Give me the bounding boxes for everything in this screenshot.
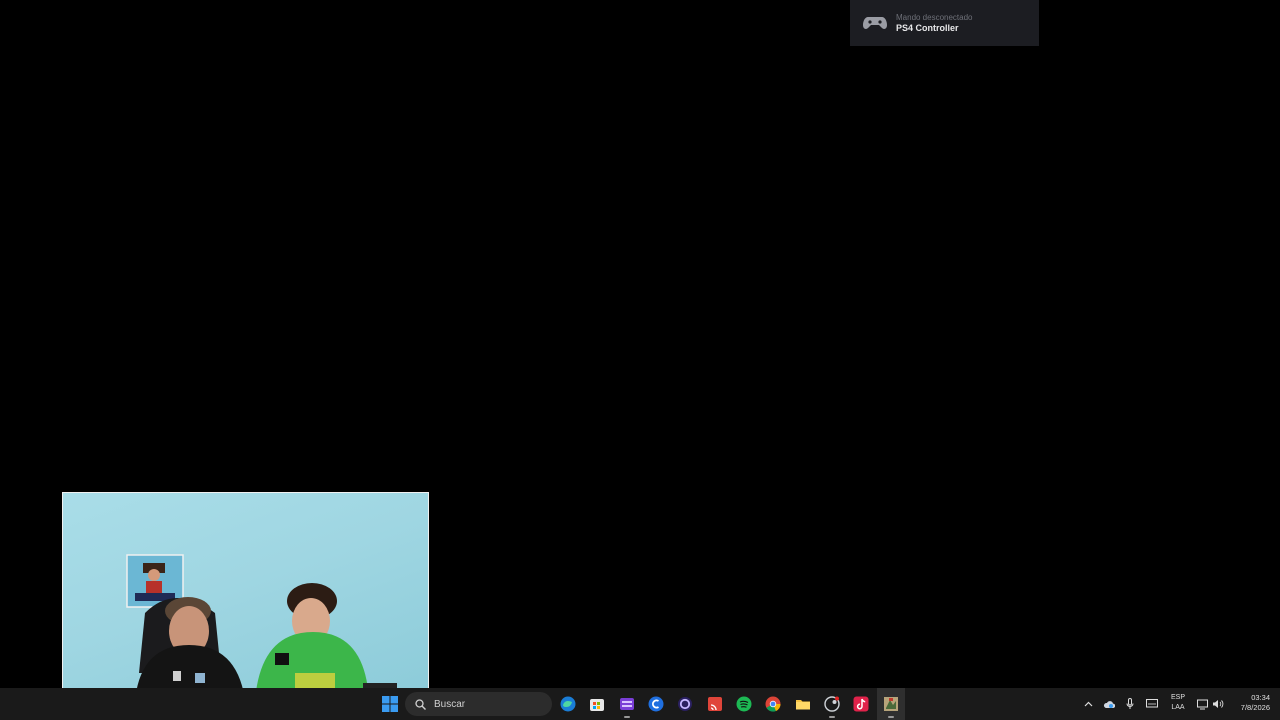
microphone-icon	[1126, 698, 1134, 709]
search-box[interactable]: Buscar	[405, 692, 552, 716]
game-icon	[884, 697, 898, 711]
tray-onedrive[interactable]	[1100, 688, 1118, 720]
taskbar-app-clipchamp[interactable]	[613, 688, 641, 720]
taskbar-app-store[interactable]	[583, 688, 611, 720]
active-indicator	[829, 716, 835, 718]
tiktok-icon	[853, 696, 869, 712]
clock-date: 7/8/2026	[1240, 703, 1270, 712]
language-code: ESP	[1170, 694, 1185, 701]
language-indicator[interactable]: ESP LAA	[1167, 693, 1189, 713]
taskbar-app-edge[interactable]	[554, 688, 582, 720]
keyboard-layout: LAA	[1171, 704, 1185, 711]
controller-disconnected-notification[interactable]: Mando desconectado PS4 Controller	[850, 0, 1039, 46]
show-hidden-icons-button[interactable]	[1080, 688, 1096, 720]
clock[interactable]: 03:34 7/8/2026	[1228, 693, 1270, 713]
spotify-icon	[736, 696, 752, 712]
cloud-icon	[1103, 701, 1115, 708]
folder-icon	[796, 700, 810, 710]
chrome-icon	[765, 696, 781, 712]
clock-time: 03:34	[1251, 693, 1270, 702]
webcam-scene	[126, 554, 397, 698]
webcam-overlay	[62, 492, 429, 699]
taskbar-app-spotify[interactable]	[730, 688, 758, 720]
steam-icon	[824, 696, 840, 712]
chevron-up-icon	[1084, 701, 1092, 707]
clipchamp-icon	[620, 698, 634, 710]
taskbar-app-cortana[interactable]	[671, 688, 699, 720]
tray-microphone[interactable]	[1122, 688, 1138, 720]
cortana-icon	[678, 697, 692, 711]
tray-network[interactable]	[1194, 688, 1210, 720]
notification-title: PS4 Controller	[896, 23, 959, 33]
notification-subtitle: Mando desconectado	[896, 13, 973, 22]
search-icon	[415, 698, 426, 710]
active-indicator	[888, 716, 894, 718]
taskbar-app-tiktok[interactable]	[847, 688, 875, 720]
windows-logo-icon	[382, 696, 398, 712]
active-indicator	[624, 716, 630, 718]
taskbar: Buscar ESP LAA 03:34 7/8/2026	[0, 688, 1280, 720]
cast-icon	[708, 697, 722, 711]
taskbar-app-chrome[interactable]	[759, 688, 787, 720]
monitor-icon	[1146, 699, 1158, 708]
taskbar-app-file-explorer[interactable]	[789, 688, 817, 720]
network-icon	[1196, 699, 1208, 709]
taskbar-app-game[interactable]	[877, 688, 905, 720]
speaker-icon	[1213, 700, 1224, 708]
tray-volume[interactable]	[1210, 688, 1226, 720]
tray-display[interactable]	[1143, 688, 1161, 720]
taskbar-app-cast[interactable]	[701, 688, 729, 720]
copilot-icon	[648, 696, 664, 712]
gamepad-icon	[862, 13, 888, 33]
taskbar-app-steam[interactable]	[818, 688, 846, 720]
taskbar-app-copilot[interactable]	[642, 688, 670, 720]
start-button[interactable]	[376, 688, 404, 720]
search-placeholder: Buscar	[434, 698, 466, 710]
store-icon	[590, 699, 604, 711]
edge-icon	[560, 696, 576, 712]
